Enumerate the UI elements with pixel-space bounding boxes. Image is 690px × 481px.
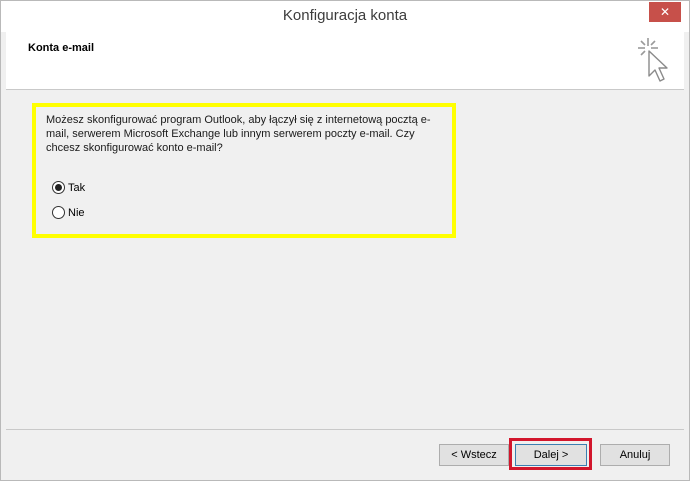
back-button[interactable]: < Wstecz xyxy=(439,444,509,466)
section-title: Konta e-mail xyxy=(28,42,95,54)
close-button[interactable]: ✕ xyxy=(649,2,681,22)
radio-no-icon[interactable] xyxy=(52,206,65,219)
radio-yes-label: Tak xyxy=(68,181,86,194)
close-icon: ✕ xyxy=(659,5,671,19)
account-config-window: Konfiguracja konta ✕ Konta e-mail Możesz… xyxy=(0,0,690,481)
cancel-button[interactable]: Anuluj xyxy=(600,444,670,466)
radio-yes-selected-icon[interactable] xyxy=(52,181,65,194)
radio-option-yes[interactable]: Tak xyxy=(52,181,85,194)
wizard-header: Konta e-mail xyxy=(6,32,684,90)
question-highlight: Możesz skonfigurować program Outlook, ab… xyxy=(32,103,456,238)
wizard-cursor-icon xyxy=(638,38,668,82)
radio-no-label: Nie xyxy=(68,206,85,219)
window-title: Konfiguracja konta xyxy=(282,7,408,24)
config-question: Możesz skonfigurować program Outlook, ab… xyxy=(46,114,431,154)
wizard-content: Możesz skonfigurować program Outlook, ab… xyxy=(6,91,684,429)
title-bar: Konfiguracja konta ✕ xyxy=(1,1,689,32)
wizard-footer: < Wstecz Dalej > Anuluj xyxy=(6,429,684,477)
next-button[interactable]: Dalej > xyxy=(515,444,587,466)
radio-option-no[interactable]: Nie xyxy=(52,206,85,219)
